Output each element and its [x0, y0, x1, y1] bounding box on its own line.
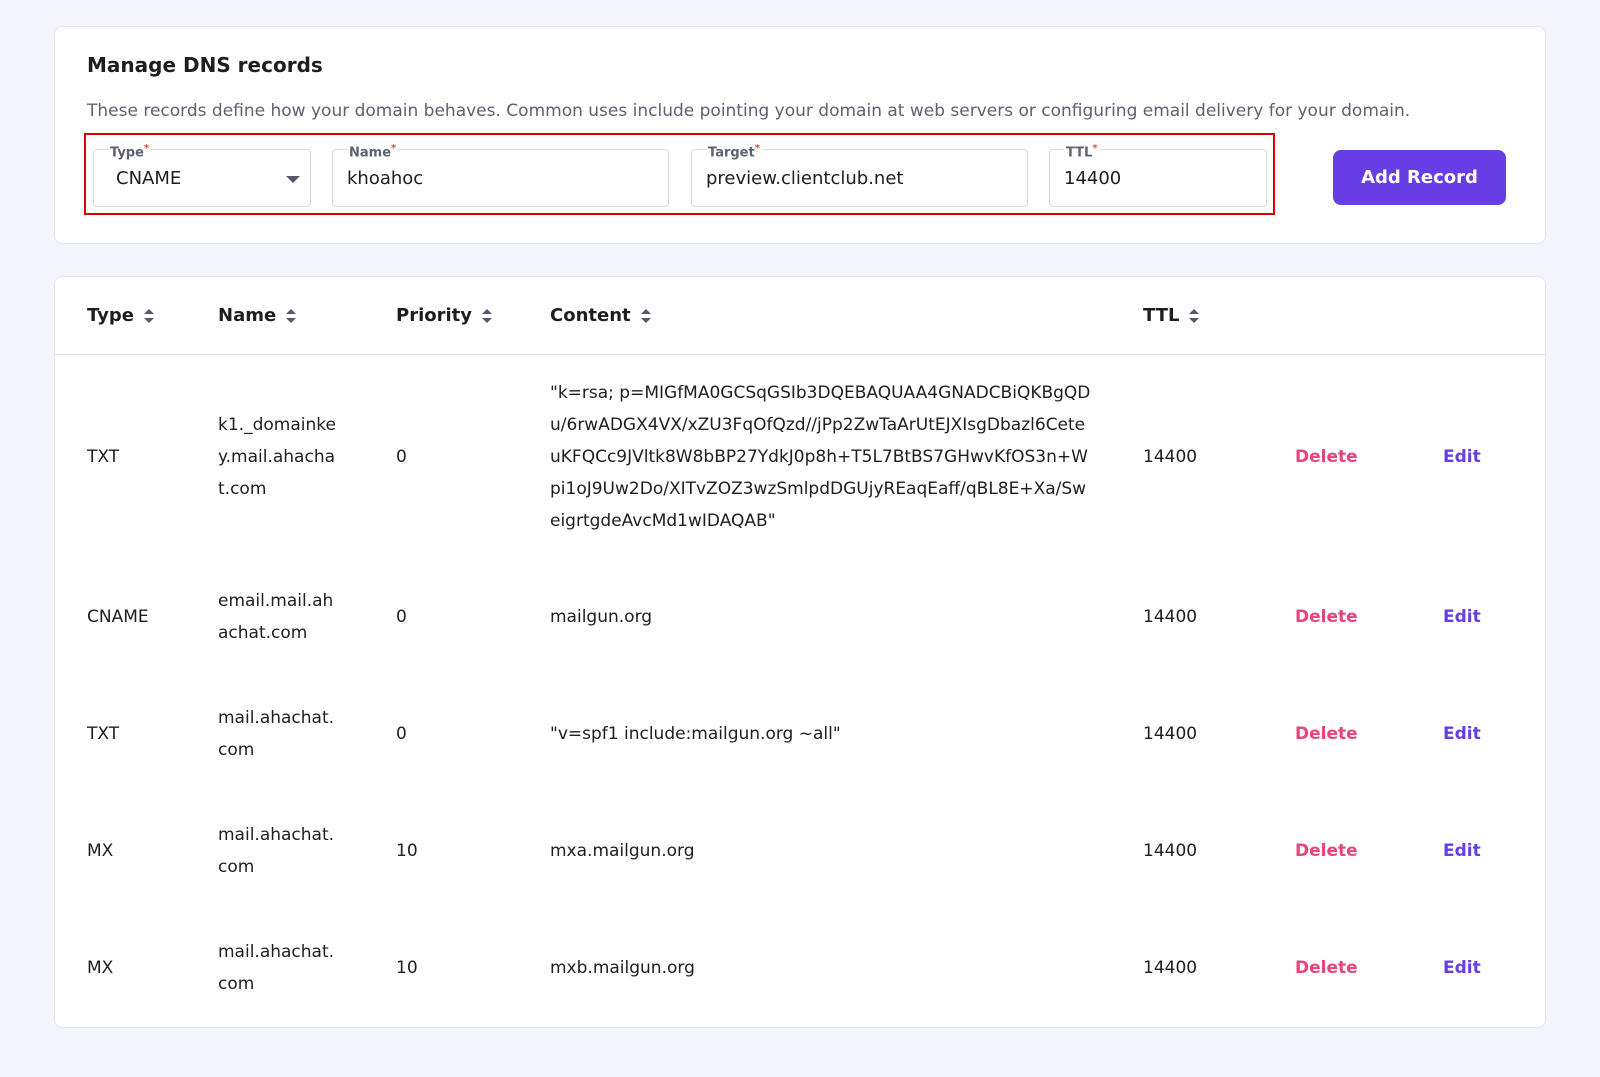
record-ttl: 14400: [1143, 607, 1198, 627]
record-ttl: 14400: [1143, 841, 1198, 861]
column-header-content[interactable]: Content: [550, 305, 651, 326]
record-type: TXT: [87, 724, 120, 744]
table-row: MX mail.ahachat.com 10 mxb.mailgun.org 1…: [55, 936, 1545, 1000]
column-header-priority[interactable]: Priority: [396, 305, 492, 326]
delete-button[interactable]: Delete: [1295, 718, 1358, 750]
dns-records-table: Type Name Priority Content TTL TXT k1._d…: [54, 276, 1546, 1028]
page-description: These records define how your domain beh…: [87, 101, 1411, 121]
delete-button[interactable]: Delete: [1295, 601, 1358, 633]
edit-button[interactable]: Edit: [1443, 718, 1481, 750]
ttl-field: TTL*: [1049, 141, 1267, 207]
type-label: Type*: [108, 141, 152, 162]
edit-button[interactable]: Edit: [1443, 601, 1481, 633]
record-ttl: 14400: [1143, 447, 1198, 467]
ttl-label: TTL*: [1064, 141, 1100, 162]
record-type: TXT: [87, 447, 120, 467]
delete-button[interactable]: Delete: [1295, 952, 1358, 984]
table-row: CNAME email.mail.ahachat.com 0 mailgun.o…: [55, 585, 1545, 649]
record-type: CNAME: [87, 607, 149, 627]
record-name: email.mail.ahachat.com: [218, 591, 334, 643]
target-input[interactable]: [706, 168, 1013, 190]
record-content: mxb.mailgun.org: [550, 958, 695, 978]
table-row: TXT mail.ahachat.com 0 "v=spf1 include:m…: [55, 702, 1545, 766]
type-select-value: CNAME: [116, 168, 182, 189]
target-field: Target*: [691, 141, 1028, 207]
record-name: mail.ahachat.com: [218, 942, 335, 994]
edit-button[interactable]: Edit: [1443, 952, 1481, 984]
add-record-button[interactable]: Add Record: [1333, 150, 1506, 205]
record-ttl: 14400: [1143, 724, 1198, 744]
record-priority: 10: [396, 958, 418, 978]
sort-icon: [482, 309, 492, 323]
record-name: mail.ahachat.com: [218, 708, 335, 760]
sort-icon: [143, 309, 154, 323]
sort-icon: [640, 309, 651, 323]
record-content: mxa.mailgun.org: [550, 841, 695, 861]
chevron-down-icon: [286, 176, 300, 183]
record-content: mailgun.org: [550, 607, 653, 627]
sort-icon: [286, 309, 297, 323]
sort-icon: [1189, 309, 1200, 323]
record-name: mail.ahachat.com: [218, 825, 335, 877]
column-header-name[interactable]: Name: [218, 305, 297, 326]
column-header-type[interactable]: Type: [87, 305, 154, 326]
record-type: MX: [87, 958, 114, 978]
column-header-ttl[interactable]: TTL: [1143, 305, 1200, 326]
record-type: MX: [87, 841, 114, 861]
record-name: k1._domainkey.mail.ahachat.com: [218, 415, 336, 499]
record-content: "k=rsa; p=MIGfMA0GCSqGSIb3DQEBAQUAA4GNAD…: [550, 383, 1091, 531]
table-header: Type Name Priority Content TTL: [55, 277, 1545, 355]
delete-button[interactable]: Delete: [1295, 835, 1358, 867]
delete-button[interactable]: Delete: [1295, 441, 1358, 473]
record-priority: 0: [396, 447, 407, 467]
record-priority: 0: [396, 607, 407, 627]
ttl-input[interactable]: [1064, 168, 1252, 190]
record-priority: 10: [396, 841, 418, 861]
table-row: MX mail.ahachat.com 10 mxa.mailgun.org 1…: [55, 819, 1545, 883]
table-row: TXT k1._domainkey.mail.ahachat.com 0 "k=…: [55, 377, 1545, 539]
name-input[interactable]: [347, 168, 654, 190]
edit-button[interactable]: Edit: [1443, 441, 1481, 473]
edit-button[interactable]: Edit: [1443, 835, 1481, 867]
record-priority: 0: [396, 724, 407, 744]
target-label: Target*: [706, 141, 762, 162]
name-field: Name*: [332, 141, 669, 207]
record-ttl: 14400: [1143, 958, 1198, 978]
manage-dns-card: Manage DNS records These records define …: [54, 26, 1546, 244]
type-select[interactable]: Type* CNAME: [93, 141, 311, 207]
name-label: Name*: [347, 141, 399, 162]
page-title: Manage DNS records: [87, 53, 323, 77]
record-content: "v=spf1 include:mailgun.org ~all": [550, 724, 841, 744]
